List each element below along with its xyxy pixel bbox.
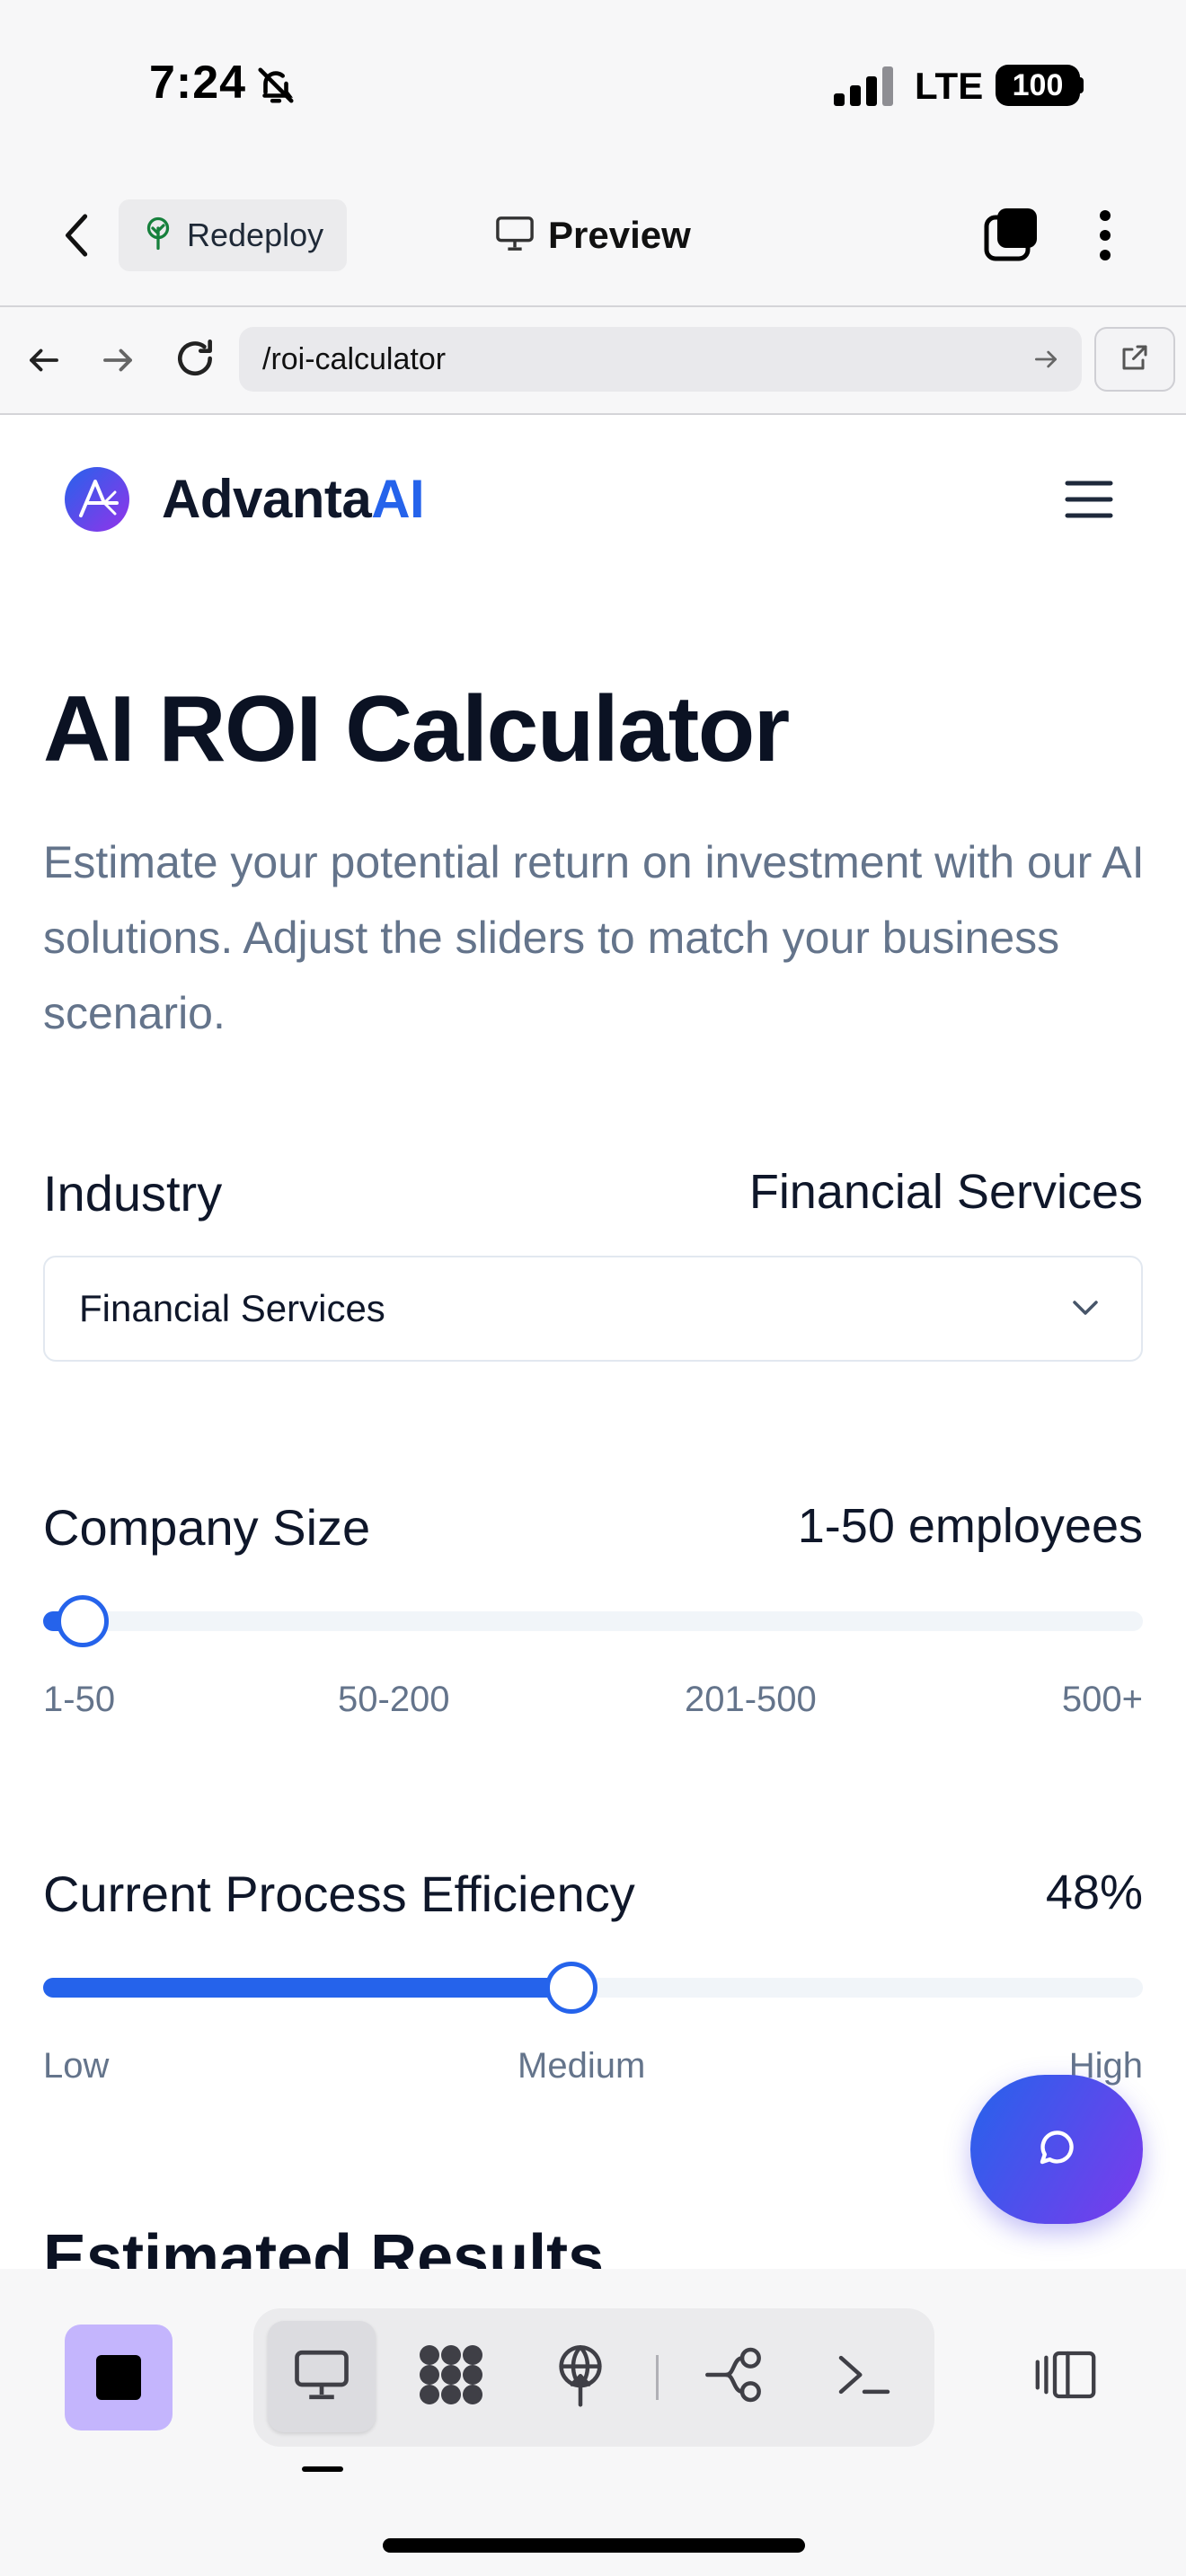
industry-select[interactable]: Financial Services [43,1256,1143,1362]
deploy-tool-button[interactable] [535,2332,625,2422]
stop-icon [96,2355,141,2400]
efficiency-slider-thumb[interactable] [545,1962,598,2014]
industry-value: Financial Services [748,1165,1143,1219]
flow-tool-button[interactable] [690,2332,780,2422]
industry-label: Industry [43,1165,223,1222]
panel-toggle-icon [1033,2349,1098,2405]
sprout-icon [142,216,174,256]
efficiency-level-medium: Medium [518,2046,646,2086]
efficiency-label: Current Process Efficiency [43,1866,635,1922]
preview-label: Preview [548,214,691,256]
external-link-icon [1119,341,1151,378]
efficiency-slider-fill [43,1978,572,1998]
chat-button[interactable] [970,2075,1143,2224]
redeploy-label: Redeploy [187,216,324,253]
desktop-icon [292,2347,351,2407]
page-title: AI ROI Calculator [43,677,790,781]
active-tab-indicator [302,2466,343,2472]
signal-icon [834,66,895,110]
brand-name[interactable]: AdvantaAI [162,467,425,532]
brand-name-main: Advanta [162,469,372,529]
company-size-value: 1-50 employees [797,1499,1143,1553]
company-size-slider-track[interactable] [43,1611,1143,1631]
redeploy-button[interactable]: Redeploy [119,199,347,271]
monitor-icon [494,215,535,257]
company-size-label: Company Size [43,1499,371,1556]
status-time: 7:24 [149,57,247,109]
grid-tool-button[interactable] [406,2332,496,2422]
stop-button[interactable] [65,2325,173,2430]
size-tick: 201-500 [685,1680,817,1719]
efficiency-level-low: Low [43,2046,110,2086]
arrow-right-icon[interactable] [99,341,137,384]
url-field[interactable]: /roi-calculator [239,327,1082,392]
flow-icon [703,2346,767,2408]
page-subtitle: Estimate your potential return on invest… [43,837,1145,1038]
terminal-tool-button[interactable] [819,2332,909,2422]
open-external-button[interactable] [1094,327,1175,392]
size-tick: 1-50 [43,1680,116,1719]
desktop-tool-button[interactable] [268,2321,376,2432]
chat-bubble-icon [1035,2126,1078,2174]
chevron-left-icon[interactable] [58,210,99,265]
hamburger-icon[interactable] [1064,478,1114,525]
battery-indicator: 100 [996,65,1080,106]
brand-name-accent: AI [371,469,425,529]
reload-icon[interactable] [173,336,217,385]
more-vertical-icon[interactable] [1096,208,1114,267]
bell-muted-icon [255,65,296,110]
panel-toggle-button[interactable] [1021,2332,1111,2422]
home-indicator [383,2538,805,2553]
arrow-right-icon[interactable] [1031,345,1060,378]
toolbar-divider [656,2355,659,2400]
deploy-icon [552,2342,609,2412]
preview-title: Preview [494,207,691,264]
size-tick: 500+ [1061,1680,1143,1719]
battery-tip [1078,77,1084,93]
efficiency-value: 48% [1045,1866,1143,1919]
arrow-left-icon[interactable] [25,341,63,384]
grid-icon [417,2342,485,2412]
size-tick: 50-200 [338,1680,450,1719]
network-type: LTE [915,65,984,107]
tabs-icon[interactable] [983,207,1039,267]
terminal-icon [836,2351,892,2403]
brand-logo-icon[interactable] [65,467,129,536]
chevron-down-icon [1067,1295,1103,1327]
company-size-slider-thumb[interactable] [56,1595,109,1647]
